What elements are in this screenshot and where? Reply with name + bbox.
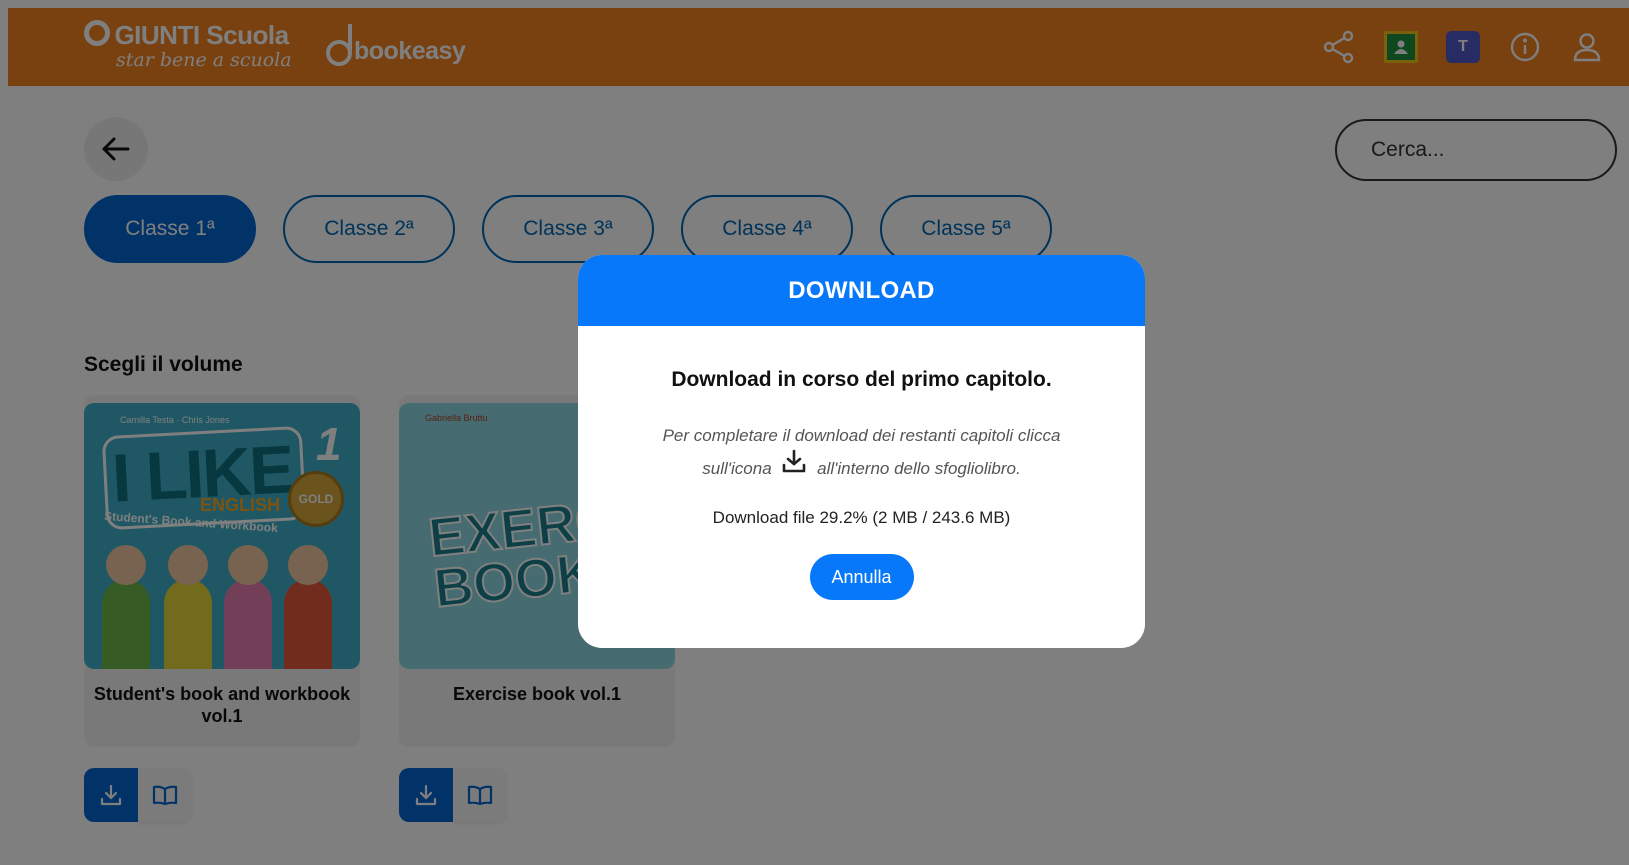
instructions-text-end: all'interno dello sfogliolibro. (817, 458, 1021, 478)
modal-title: Download in corso del primo capitolo. (671, 368, 1052, 391)
download-modal: DOWNLOAD Download in corso del primo cap… (578, 255, 1145, 648)
modal-instructions: Per completare il download dei restanti … (642, 420, 1082, 487)
download-progress-text: Download file 29.2% (2 MB / 243.6 MB) (712, 508, 1011, 527)
cancel-button[interactable]: Annulla (809, 554, 914, 600)
modal-backdrop[interactable]: DOWNLOAD Download in corso del primo cap… (0, 0, 1629, 865)
modal-header: DOWNLOAD (578, 255, 1145, 326)
download-icon (782, 449, 806, 484)
